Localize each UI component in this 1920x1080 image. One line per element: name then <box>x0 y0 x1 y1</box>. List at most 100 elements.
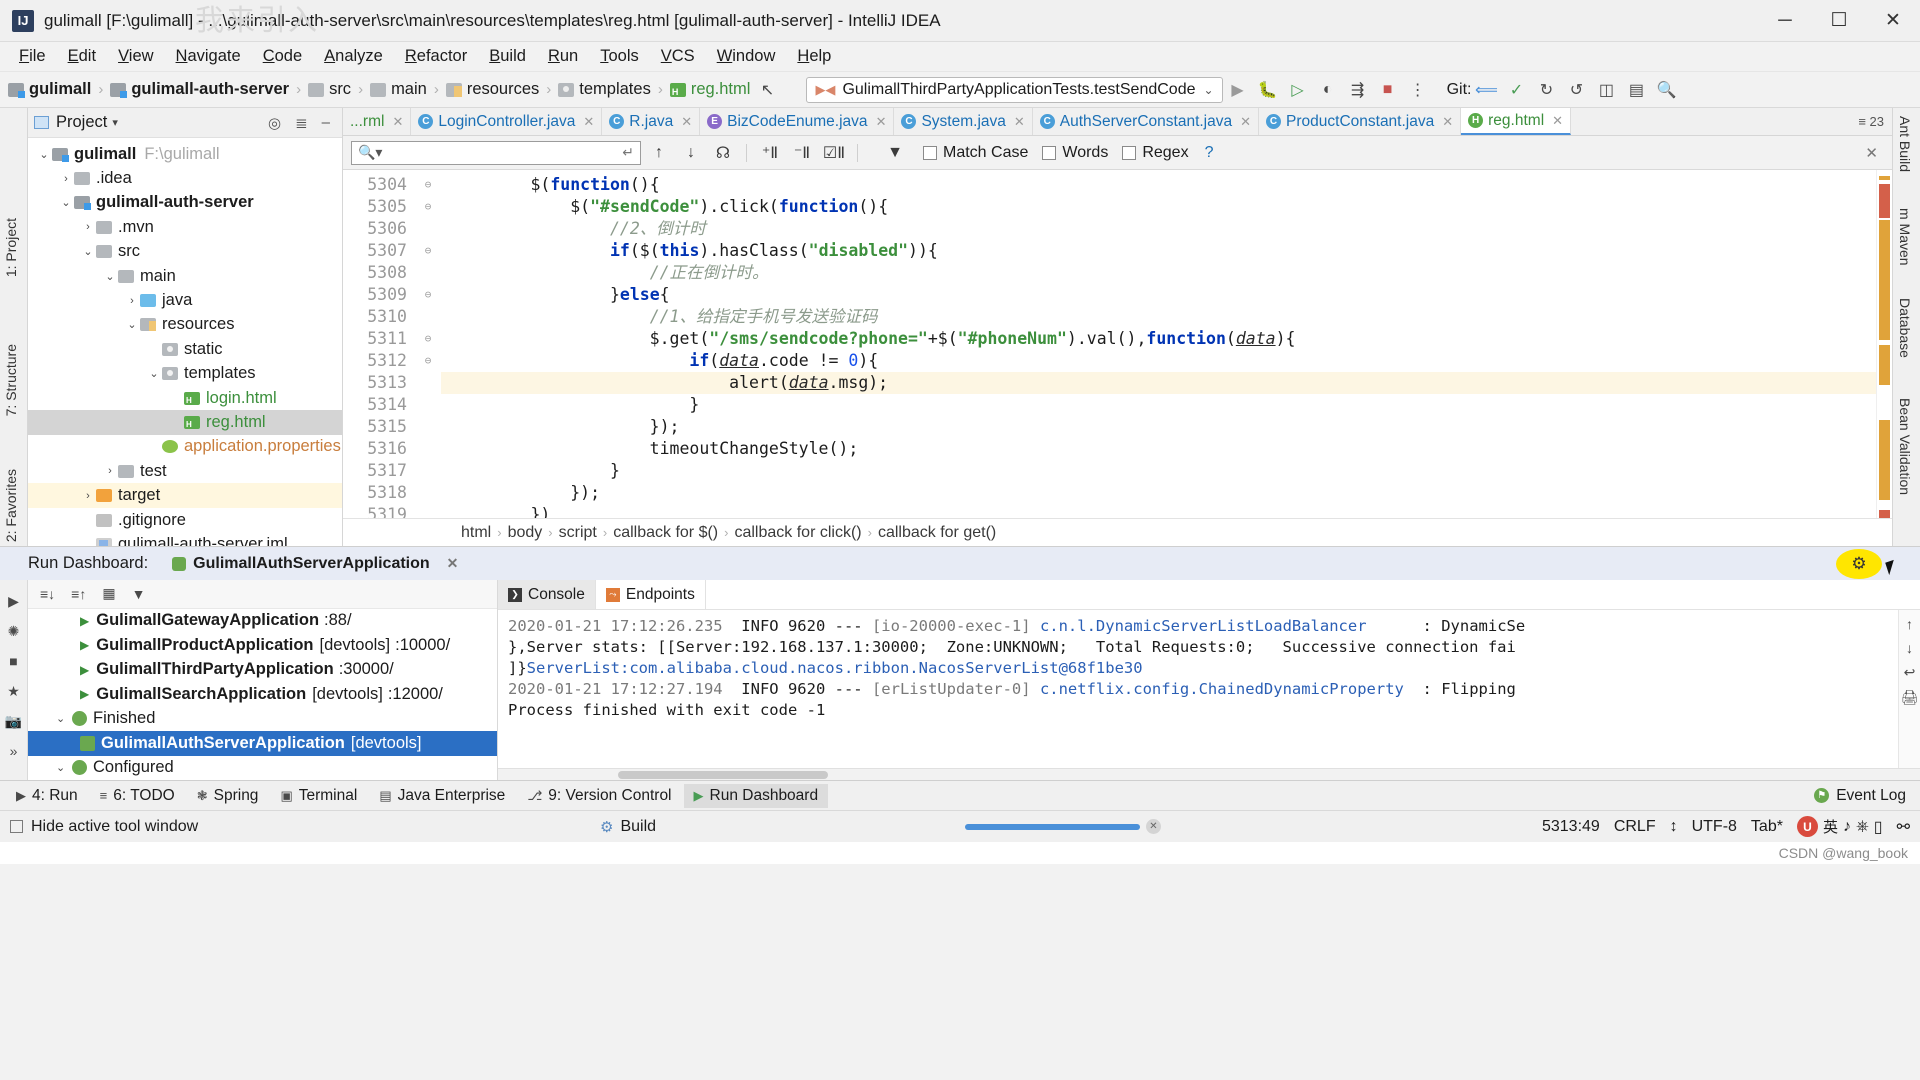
back-arrow-icon[interactable]: ↖ <box>752 75 782 105</box>
cancel-progress-icon[interactable]: ✕ <box>1146 819 1161 834</box>
menu-item-tools[interactable]: Tools <box>589 44 650 69</box>
match-case-checkbox[interactable]: Match Case <box>923 144 1028 162</box>
project-tree[interactable]: ⌄ gulimall F:\gulimall › .idea ⌄ gulimall-auth… <box>28 138 342 546</box>
minimize-icon[interactable]: – <box>322 114 330 132</box>
tree-node-login-html[interactable]: ›Hlogin.html <box>28 386 342 410</box>
tool-window-6-todo[interactable]: ≡ 6: TODO <box>90 784 185 808</box>
search-everywhere-icon[interactable]: 🔍 <box>1651 75 1681 105</box>
rail-item-database[interactable]: Database <box>1897 298 1913 358</box>
run-icon[interactable]: ▶ <box>1223 75 1253 105</box>
console-output[interactable]: 2020-01-21 17:12:26.235 INFO 9620 --- [i… <box>498 610 1898 768</box>
find-next-icon[interactable]: ↓ <box>677 139 705 167</box>
tree-node-target[interactable]: › target <box>28 483 342 508</box>
fold-marker[interactable] <box>415 460 441 482</box>
tree-node-reg-html[interactable]: ›Hreg.html <box>28 410 342 435</box>
debug-icon[interactable]: 🐛 <box>1253 75 1283 105</box>
menu-item-refactor[interactable]: Refactor <box>394 44 478 69</box>
menu-item-edit[interactable]: Edit <box>57 44 107 69</box>
chevron-right-icon[interactable]: › <box>102 465 118 477</box>
scroll-up-icon[interactable]: ↑ <box>1906 616 1913 632</box>
git-branch-icon[interactable]: ▤ <box>1621 75 1651 105</box>
run-dashboard-tree[interactable]: ≡↓ ≡↑ ▦ ▼ ▶ GulimallGatewayApplication:88… <box>28 580 498 780</box>
code-line[interactable]: } <box>441 460 1876 482</box>
profile-icon[interactable]: ◐ <box>1313 75 1343 105</box>
locate-icon[interactable]: ◎ <box>268 114 281 132</box>
git-commit-icon[interactable]: ✓ <box>1501 75 1531 105</box>
close-tab-icon[interactable]: ✕ <box>1552 113 1563 129</box>
chevron-down-icon[interactable]: ▾ <box>112 116 118 129</box>
fold-marker[interactable] <box>415 504 441 518</box>
maximize-button[interactable]: ☐ <box>1812 0 1866 42</box>
editor-tab-reg-html[interactable]: Hreg.html ✕ <box>1461 108 1572 135</box>
menu-item-run[interactable]: Run <box>537 44 589 69</box>
soft-wrap-icon[interactable]: ↩ <box>1904 664 1916 681</box>
tree-node-application-properties[interactable]: ›application.properties <box>28 435 342 459</box>
editor-tab--rml[interactable]: ...rml ✕ <box>343 108 412 135</box>
chevron-right-icon[interactable]: › <box>124 295 140 307</box>
chevron-right-icon[interactable]: › <box>80 490 96 502</box>
menu-item-window[interactable]: Window <box>706 44 787 69</box>
git-push-icon[interactable]: ◫ <box>1591 75 1621 105</box>
code-line[interactable]: } <box>441 394 1876 416</box>
code-crumb-0[interactable]: html <box>461 524 491 542</box>
menu-item-build[interactable]: Build <box>478 44 537 69</box>
star-icon[interactable]: ★ <box>0 676 27 706</box>
run-dashboard-items[interactable]: ▶ GulimallGatewayApplication:88/ ▶ Gulimall… <box>28 609 497 781</box>
settings-gear-icon[interactable]: ⚙ <box>1836 549 1882 579</box>
run-item-gulimallauthserverapplication[interactable]: GulimallAuthServerApplication [devtools] <box>28 731 497 756</box>
collapse-all-icon[interactable]: ≡↑ <box>71 586 86 602</box>
attach-icon[interactable]: ⇶ <box>1343 75 1373 105</box>
editor-tab-productconstant-java[interactable]: C ProductConstant.java ✕ <box>1259 108 1462 135</box>
chevron-down-icon[interactable]: ⌄ <box>36 148 52 161</box>
run-with-coverage-icon[interactable]: ▷ <box>1283 75 1313 105</box>
code-line[interactable]: }); <box>441 416 1876 438</box>
run-item-gulimallthirdpartyapplication[interactable]: ▶ GulimallThirdPartyApplication:30000/ <box>28 658 497 683</box>
chevron-right-icon[interactable]: › <box>80 221 96 233</box>
code-line[interactable]: //正在倒计时。 <box>441 262 1876 284</box>
chevron-down-icon[interactable]: ⌄ <box>1204 83 1214 97</box>
tree-node--gitignore[interactable]: ›.gitignore <box>28 508 342 532</box>
ime-panel-icon[interactable]: ▯ <box>1874 817 1883 837</box>
menu-item-code[interactable]: Code <box>252 44 313 69</box>
hide-tool-window-button[interactable]: Hide active tool window <box>10 818 198 836</box>
code-structure-breadcrumb[interactable]: html › body › script › callback for $() › callba… <box>343 518 1892 546</box>
close-tab-icon[interactable]: ✕ <box>392 114 403 130</box>
code-crumb-1[interactable]: body <box>508 524 543 542</box>
breadcrumb-item-src[interactable]: src <box>306 80 353 99</box>
git-rollback-icon[interactable]: ↺ <box>1561 75 1591 105</box>
code-line[interactable]: $(function(){ <box>441 174 1876 196</box>
fold-marker[interactable]: ⊖ <box>415 174 441 196</box>
more-icon[interactable]: ⋮ <box>1403 75 1433 105</box>
fold-marker[interactable] <box>415 372 441 394</box>
code-line[interactable]: alert(data.msg); <box>441 372 1876 394</box>
tree-node--idea[interactable]: › .idea <box>28 166 342 190</box>
close-tab-icon[interactable]: ✕ <box>681 114 692 130</box>
stop-icon[interactable]: ■ <box>1373 75 1403 105</box>
breadcrumb-item-templates[interactable]: templates <box>556 80 653 99</box>
regex-checkbox[interactable]: Regex <box>1122 144 1189 162</box>
code-line[interactable]: //1、给指定手机号发送验证码 <box>441 306 1876 328</box>
rail-item-maven[interactable]: m Maven <box>1897 208 1913 266</box>
editor-tabs-overflow[interactable]: ≡ 23 <box>1858 108 1892 135</box>
code-line[interactable]: }) <box>441 504 1876 518</box>
fold-marker[interactable]: ⊖ <box>415 196 441 218</box>
tree-node--mvn[interactable]: › .mvn <box>28 215 342 239</box>
tree-node-templates[interactable]: ⌄ templates <box>28 362 342 386</box>
editor-tab-r-java[interactable]: C R.java ✕ <box>602 108 701 135</box>
fold-marker[interactable] <box>415 482 441 504</box>
ime-keyboard-icon[interactable]: ⎈ <box>1856 818 1869 836</box>
code-crumb-4[interactable]: callback for click() <box>734 524 861 542</box>
code-line[interactable]: //2、倒计时 <box>441 218 1876 240</box>
add-occurrence-icon[interactable]: ⁺Ⅱ <box>756 139 784 167</box>
close-find-icon[interactable]: ✕ <box>1865 144 1884 162</box>
breadcrumb-item-resources[interactable]: resources <box>444 80 541 99</box>
event-log-button[interactable]: ⚑ Event Log <box>1814 787 1920 805</box>
rail-item-favorites[interactable]: 2: Favorites <box>3 469 19 542</box>
git-update-icon[interactable]: ⟸ <box>1471 75 1501 105</box>
print-icon[interactable]: 🖨 <box>1901 689 1919 706</box>
fold-marker[interactable] <box>415 218 441 240</box>
editor-tab-authserverconstant-java[interactable]: C AuthServerConstant.java ✕ <box>1033 108 1260 135</box>
select-occurrences-icon[interactable]: ☑Ⅱ <box>820 139 848 167</box>
search-input[interactable]: 🔍▾ ↵ <box>351 140 641 165</box>
funnel-icon[interactable]: ▼ <box>881 139 909 167</box>
